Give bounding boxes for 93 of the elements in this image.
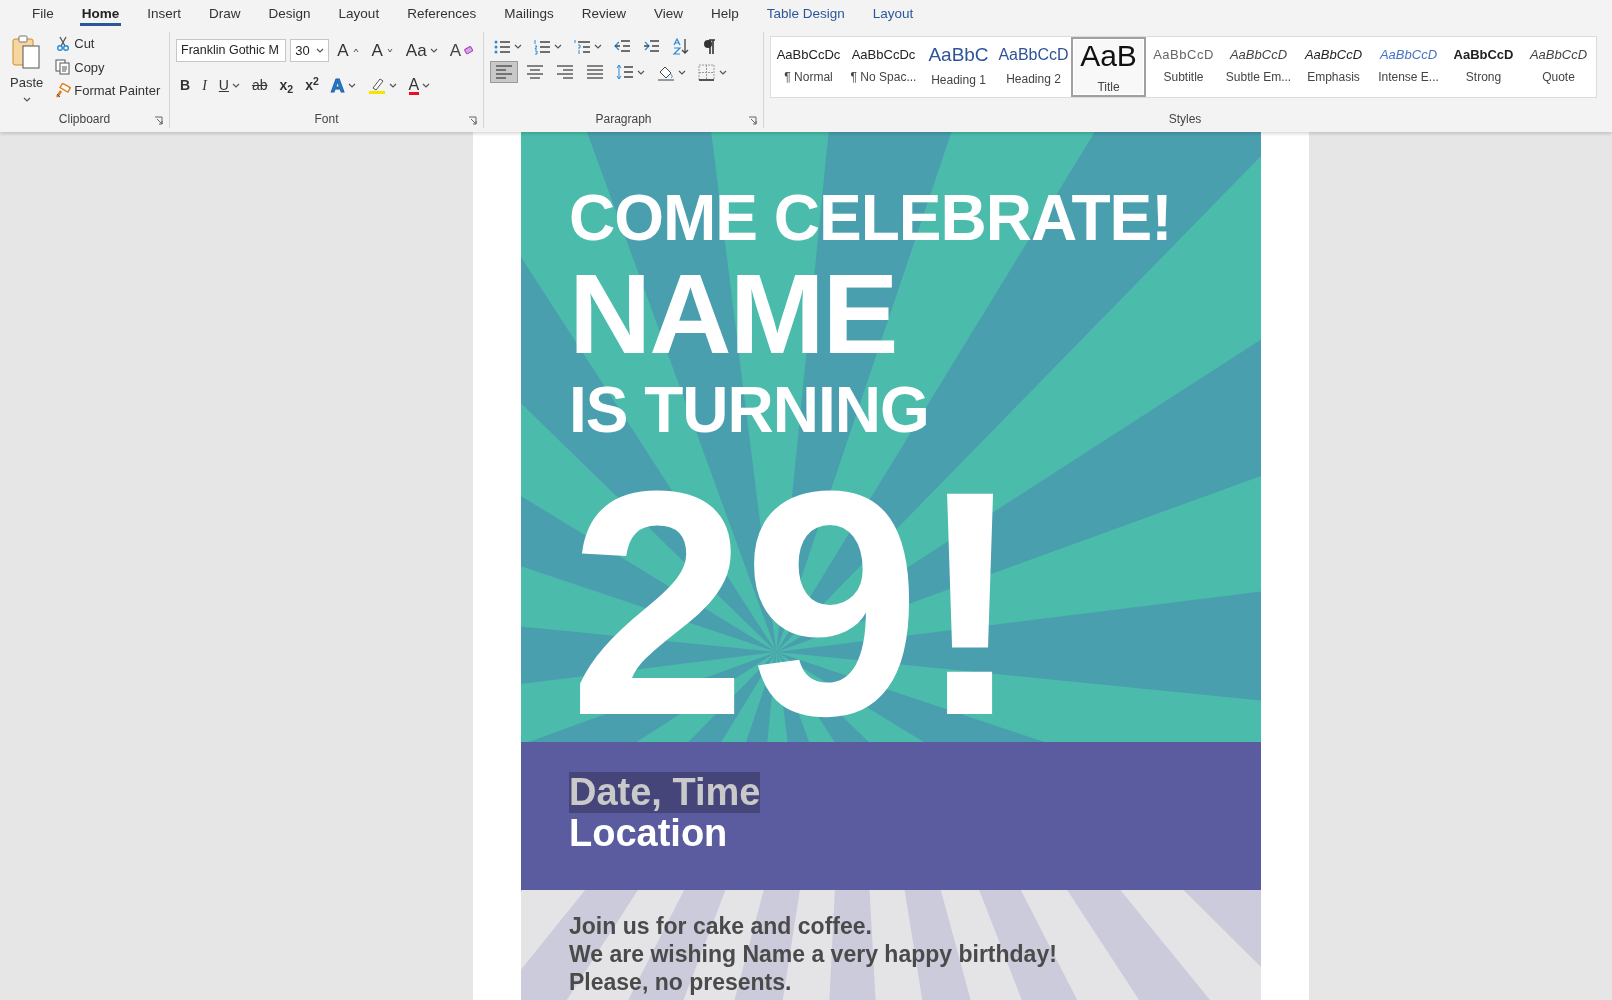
caret-icon[interactable] [388,82,397,90]
ribbon-tab[interactable]: Mailings [490,0,568,26]
style-option[interactable]: AaBbC Heading 1 [921,37,996,97]
clipboard-button[interactable]: Format Painter [51,79,165,103]
clear-formatting-button[interactable]: A [445,36,477,66]
ribbon-tab[interactable]: Design [254,0,325,26]
caret-icon[interactable] [347,82,356,90]
change-case-button[interactable]: Aa [401,36,442,66]
caret-icon[interactable] [22,95,31,103]
caret-icon[interactable] [719,68,727,76]
caret-up-icon [351,47,360,54]
format-button[interactable]: I [198,73,211,99]
brush-icon [55,82,72,99]
align-right-icon [556,64,574,80]
group-label-styles: Styles [1168,111,1202,128]
eraser-icon [464,46,473,56]
font-size-button[interactable]: A [333,36,364,66]
ribbon-tab[interactable]: Insert [133,0,196,26]
line-spacing-icon [616,63,634,81]
headline-text: IS TURNING [569,376,929,444]
ribbon-tab[interactable]: Layout [324,0,394,26]
ribbon-tab[interactable]: Draw [195,0,255,26]
ribbon-tab[interactable]: Home [67,0,134,26]
decrease-indent-icon[interactable] [614,38,631,55]
style-option[interactable]: AaBbCcD Emphasis [1296,37,1371,97]
clipboard-button[interactable]: Copy [51,55,165,79]
align-justify-icon [586,64,604,80]
caret-icon[interactable] [594,43,602,50]
font-size-field[interactable]: 30 [290,39,330,63]
format-button[interactable]: U [214,73,244,99]
caret-icon[interactable] [554,43,562,50]
borders-icon [698,63,716,81]
note-text: Join us for cake and coffee. [569,912,872,940]
caret-icon[interactable] [231,82,240,90]
note-text: Please, no presents. [569,968,792,996]
ribbon-tab[interactable]: View [640,0,697,26]
format-button[interactable]: A [404,74,435,97]
numbering-icon [534,38,551,55]
style-option[interactable]: AaBbCcD Intense E... [1371,37,1446,97]
format-button[interactable]: x$^{2}$ [301,73,323,99]
style-option[interactable]: AaBbCcD Heading 2 [996,37,1071,97]
caret-icon[interactable] [637,68,645,76]
align-center-icon [526,64,544,80]
scissors-icon [55,35,72,52]
bullets-icon [494,38,511,55]
group-label: Font [314,111,339,128]
caret-down-icon [385,47,394,54]
increase-indent-icon[interactable] [643,38,660,55]
style-option[interactable]: AaBbCcD Subtle Em... [1221,37,1296,97]
headline-text: COME CELEBRATE! [569,184,1172,252]
highlighter-icon [367,76,386,95]
format-button[interactable]: x$_{2}$ [275,73,298,99]
ribbon-tab[interactable]: Table Design [752,0,859,26]
ribbon-tab[interactable]: Review [567,0,640,26]
headline-text: NAME [569,252,897,376]
align-left-icon [495,64,513,80]
format-button[interactable]: B [176,73,195,99]
ribbon-tab[interactable]: References [393,0,491,26]
pilcrow-icon[interactable] [701,38,718,55]
style-option[interactable]: AaBbCcD Subtitle [1146,37,1221,97]
multilevel-list-icon [574,38,591,55]
sort-icon[interactable] [672,38,689,55]
style-option[interactable]: AaBbCcDc ¶ Normal [771,37,846,97]
ribbon-tab[interactable]: Layout [858,0,928,26]
dialog-launcher-icon[interactable] [468,116,477,125]
caret-icon[interactable] [429,47,438,55]
details-text: Date, Time [569,772,761,813]
style-option[interactable]: AaB Title [1071,37,1146,97]
caret-icon[interactable] [422,82,431,90]
font-name-field[interactable]: Franklin Gothic M [176,39,287,63]
style-option[interactable]: AaBbCcD Quote [1521,37,1596,97]
group-label: Clipboard [58,111,111,128]
caret-icon[interactable] [514,43,522,50]
caret-icon[interactable] [316,47,325,55]
format-button[interactable]: ab [247,73,272,99]
ribbon-tab[interactable]: Help [697,0,753,26]
align-left-button[interactable] [490,61,518,83]
note-text: We are wishing Name a very happy birthday! [569,940,1057,968]
style-option[interactable]: AaBbCcDc ¶ No Spac... [846,37,921,97]
style-option[interactable]: AaBbCcD Strong [1446,37,1521,97]
font-size-button[interactable]: A [367,36,398,66]
group-label: Paragraph [595,111,652,128]
dialog-launcher-icon[interactable] [154,116,163,125]
ribbon-tab[interactable]: File [18,0,68,26]
clipboard-button[interactable]: Cut [51,32,165,56]
headline-text: 29! [569,478,1020,728]
clipboard-icon [10,34,43,70]
paste-button[interactable]: Paste [6,32,48,110]
format-button[interactable]: A [326,69,360,102]
dialog-launcher-icon[interactable] [748,116,757,125]
copy-icon [55,59,72,76]
details-text: Location [569,813,728,854]
caret-icon[interactable] [678,68,686,76]
